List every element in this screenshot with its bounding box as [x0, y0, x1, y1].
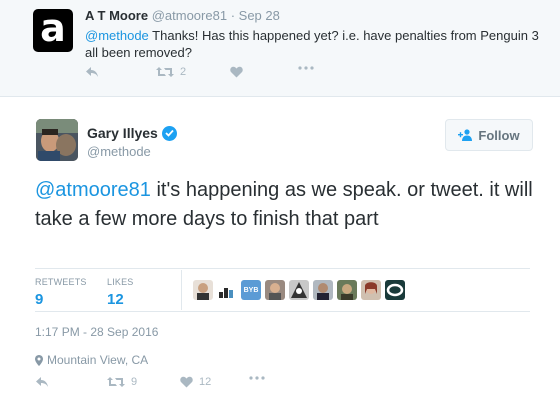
location-pin-icon	[35, 354, 43, 366]
liker-avatar[interactable]	[385, 280, 405, 300]
reply-retweet-button[interactable]: 2	[156, 66, 186, 78]
tweet-timestamp[interactable]: 1:17 PM - 28 Sep 2016	[35, 325, 158, 339]
author-avatar-photo	[36, 119, 78, 161]
liker-avatar[interactable]	[193, 280, 213, 300]
reply-text: @methode Thanks! Has this happened yet? …	[85, 27, 545, 61]
likes-label: LIKES	[107, 277, 134, 287]
retweets-count: 9	[35, 291, 44, 308]
reply-like-button[interactable]	[230, 66, 243, 78]
reply-icon	[36, 377, 48, 387]
liker-avatar[interactable]	[265, 280, 285, 300]
liker-avatar[interactable]	[313, 280, 333, 300]
reply-body: Thanks! Has this happened yet? i.e. have…	[85, 28, 539, 60]
likers-avatars: BYB	[193, 280, 409, 300]
reply-mention[interactable]: @methode	[85, 28, 149, 43]
more-icon	[298, 66, 314, 70]
reply-reply-button[interactable]	[85, 66, 99, 78]
heart-icon	[180, 376, 193, 388]
more-button[interactable]	[249, 376, 265, 380]
author-name-row[interactable]: Gary Illyes	[87, 125, 177, 141]
reply-separator: ·	[230, 8, 236, 23]
author-avatar[interactable]	[36, 119, 78, 161]
retweet-count: 9	[131, 376, 138, 388]
reply-date[interactable]: Sep 28	[239, 8, 280, 23]
stats-separator	[181, 270, 182, 310]
retweet-button[interactable]: 9	[107, 376, 137, 388]
reply-retweet-count: 2	[180, 66, 187, 78]
tweet-mention[interactable]: @atmoore81	[35, 179, 151, 201]
tweet-location[interactable]: Mountain View, CA	[35, 353, 148, 367]
reply-header: A T Moore @atmoore81 · Sep 28	[85, 8, 280, 23]
heart-icon	[230, 66, 243, 78]
retweets-label: RETWEETS	[35, 277, 87, 287]
reply-icon	[86, 67, 98, 77]
reply-author-handle[interactable]: @atmoore81	[152, 8, 227, 23]
author-name[interactable]: Gary Illyes	[87, 125, 158, 141]
follow-button[interactable]: Follow	[445, 119, 533, 151]
liker-avatar[interactable]	[337, 280, 357, 300]
likes-stat[interactable]: LIKES 12	[107, 277, 134, 308]
like-button[interactable]: 12	[180, 376, 211, 388]
retweets-stat[interactable]: RETWEETS 9	[35, 277, 87, 308]
author-handle[interactable]: @methode	[87, 144, 151, 159]
add-user-icon	[458, 129, 473, 141]
follow-label: Follow	[478, 127, 520, 143]
reply-more-button[interactable]	[298, 66, 314, 70]
stats-divider-bottom	[35, 311, 530, 312]
verified-badge-icon	[161, 125, 177, 141]
more-icon	[249, 376, 265, 380]
like-count: 12	[199, 376, 212, 388]
reply-avatar[interactable]: a	[33, 9, 73, 52]
retweet-icon	[156, 67, 174, 77]
reply-button[interactable]	[35, 376, 49, 388]
location-label: Mountain View, CA	[47, 353, 149, 367]
liker-avatar[interactable]	[361, 280, 381, 300]
reply-author-name[interactable]: A T Moore	[85, 8, 148, 23]
reply-tweet[interactable]: a A T Moore @atmoore81 · Sep 28 @methode…	[0, 0, 560, 97]
retweet-icon	[107, 377, 125, 387]
stats-divider-top	[35, 268, 530, 269]
liker-avatar[interactable]	[217, 280, 237, 300]
liker-avatar[interactable]	[289, 280, 309, 300]
tweet-text: @atmoore81 it's happening as we speak. o…	[35, 176, 535, 234]
liker-avatar-byb: BYB	[243, 286, 259, 294]
liker-avatar[interactable]: BYB	[241, 280, 261, 300]
likes-count: 12	[107, 291, 124, 308]
